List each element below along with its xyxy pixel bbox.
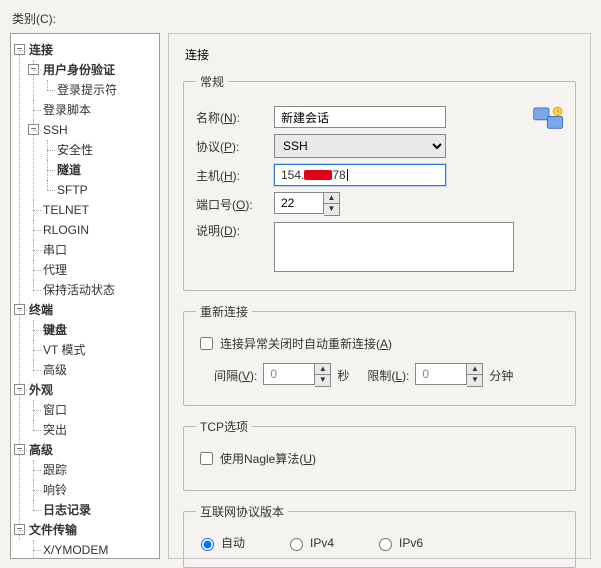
name-label: 名称(N): — [196, 109, 274, 126]
connection-icon — [532, 104, 566, 134]
tree-item-serial[interactable]: 串口 — [43, 243, 67, 257]
protocol-select[interactable]: SSH — [274, 134, 446, 158]
tree-toggle[interactable]: − — [14, 524, 25, 535]
reconnect-group: 重新连接 连接异常关闭时自动重新连接(A) 间隔(V): ▲▼ 秒 — [183, 303, 576, 406]
tree-item-security[interactable]: 安全性 — [57, 143, 93, 157]
tree-item-login-prompt[interactable]: 登录提示符 — [57, 83, 117, 97]
tree-toggle[interactable]: − — [14, 444, 25, 455]
general-legend: 常规 — [196, 73, 228, 90]
tree-item-ssh[interactable]: SSH — [43, 123, 68, 137]
ipversion-group: 互联网协议版本 自动 IPv4 IPv6 — [183, 503, 576, 568]
interval-unit: 秒 — [337, 367, 349, 384]
protocol-label: 协议(P): — [196, 138, 274, 155]
name-input[interactable] — [274, 106, 446, 128]
port-stepper[interactable]: ▲ ▼ — [324, 192, 340, 216]
settings-form: 连接 常规 名称(N): 协议(P): SSH — [168, 33, 591, 559]
tree-item-auth[interactable]: 用户身份验证 — [43, 63, 115, 77]
tree-toggle[interactable]: − — [14, 304, 25, 315]
tree-item-trace[interactable]: 跟踪 — [43, 463, 67, 477]
description-label: 说明(D): — [196, 222, 274, 239]
ipversion-legend: 互联网协议版本 — [196, 503, 288, 520]
tree-item-vt-mode[interactable]: VT 模式 — [43, 343, 85, 357]
tree-item-connection[interactable]: 连接 — [29, 43, 53, 57]
host-label: 主机(H): — [196, 167, 274, 184]
tree-item-highlight[interactable]: 突出 — [43, 423, 67, 437]
ip-auto-label: 自动 — [221, 534, 245, 551]
tree-item-bell[interactable]: 响铃 — [43, 483, 67, 497]
tree-item-keepalive[interactable]: 保持活动状态 — [43, 283, 115, 297]
auto-reconnect-checkbox[interactable] — [200, 337, 213, 350]
ip-v4-label: IPv4 — [310, 536, 334, 550]
ip-v6-radio[interactable] — [379, 538, 392, 551]
stepper-up-icon[interactable]: ▲ — [324, 193, 339, 204]
tree-toggle[interactable]: − — [14, 44, 25, 55]
tcp-legend: TCP选项 — [196, 418, 252, 435]
ip-auto-radio[interactable] — [201, 538, 214, 551]
nagle-label: 使用Nagle算法(U) — [220, 450, 316, 467]
tree-item-filetransfer[interactable]: 文件传输 — [29, 523, 77, 537]
interval-stepper[interactable]: ▲▼ — [315, 363, 331, 387]
limit-stepper[interactable]: ▲▼ — [467, 363, 483, 387]
tree-item-advanced2[interactable]: 高级 — [29, 443, 53, 457]
tree-item-sftp[interactable]: SFTP — [57, 183, 88, 197]
tree-item-appearance[interactable]: 外观 — [29, 383, 53, 397]
description-textarea[interactable] — [274, 222, 514, 272]
general-group: 常规 名称(N): 协议(P): SSH 主机(H): 154.78 — [183, 73, 576, 291]
interval-label: 间隔(V): — [214, 367, 257, 384]
tree-item-telnet[interactable]: TELNET — [43, 203, 89, 217]
category-tree[interactable]: − 连接 − 用户身份验证 登录提示符 登录脚本 − SSH — [10, 33, 160, 559]
host-input[interactable]: 154.78 — [274, 164, 446, 186]
tree-item-advanced[interactable]: 高级 — [43, 363, 67, 377]
port-label: 端口号(O): — [196, 196, 274, 213]
caret-icon — [347, 169, 348, 181]
tree-toggle[interactable]: − — [28, 64, 39, 75]
auto-reconnect-label: 连接异常关闭时自动重新连接(A) — [220, 335, 392, 352]
page-title: 连接 — [185, 46, 576, 63]
interval-input[interactable] — [263, 363, 315, 385]
tree-item-terminal[interactable]: 终端 — [29, 303, 53, 317]
ip-v6-label: IPv6 — [399, 536, 423, 550]
redacted-text — [304, 170, 332, 180]
stepper-down-icon[interactable]: ▼ — [324, 204, 339, 215]
tree-item-rlogin[interactable]: RLOGIN — [43, 223, 89, 237]
tree-item-proxy[interactable]: 代理 — [43, 263, 67, 277]
port-input[interactable] — [274, 192, 324, 214]
tree-item-login-script[interactable]: 登录脚本 — [43, 103, 91, 117]
ip-v4-radio[interactable] — [290, 538, 303, 551]
limit-label: 限制(L): — [367, 367, 409, 384]
tcp-group: TCP选项 使用Nagle算法(U) — [183, 418, 576, 491]
tree-item-logging[interactable]: 日志记录 — [43, 503, 91, 517]
nagle-checkbox[interactable] — [200, 452, 213, 465]
tree-toggle[interactable]: − — [28, 124, 39, 135]
limit-input[interactable] — [415, 363, 467, 385]
reconnect-legend: 重新连接 — [196, 303, 252, 320]
tree-item-tunnel[interactable]: 隧道 — [57, 163, 81, 177]
tree-toggle[interactable]: − — [14, 384, 25, 395]
category-label: 类别(C): — [12, 10, 591, 27]
tree-item-keyboard[interactable]: 键盘 — [43, 323, 67, 337]
limit-unit: 分钟 — [489, 367, 513, 384]
tree-item-window[interactable]: 窗口 — [43, 403, 67, 417]
tree-item-xymodem[interactable]: X/YMODEM — [43, 543, 108, 557]
